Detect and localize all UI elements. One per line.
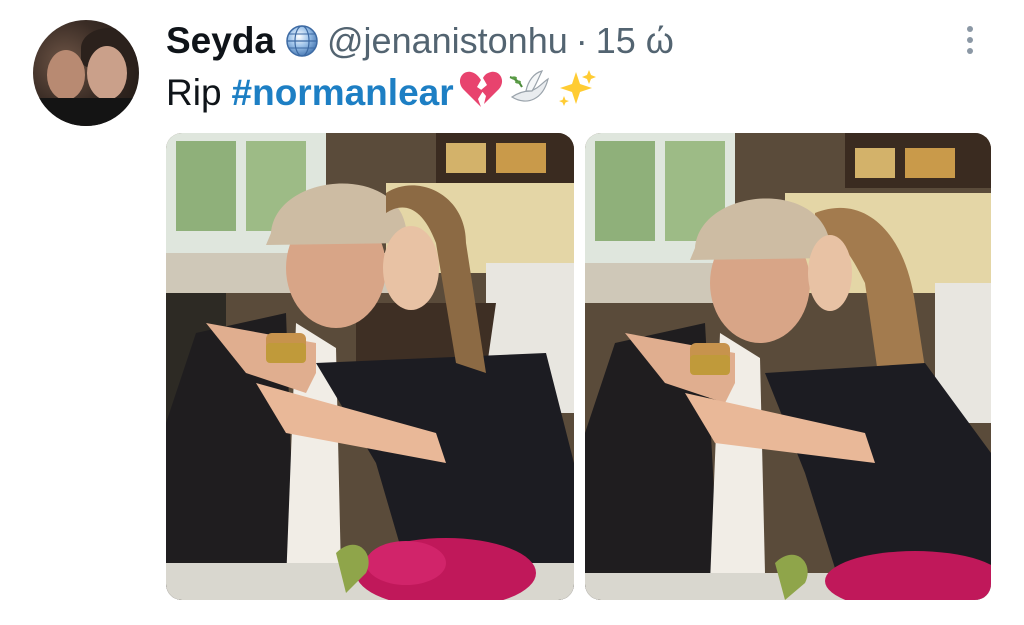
- tweet-text-prefix: Rip: [166, 72, 222, 113]
- avatar[interactable]: [33, 20, 139, 126]
- broken-heart-icon: [458, 69, 504, 118]
- more-options-icon[interactable]: [958, 22, 982, 62]
- display-name[interactable]: Seyda: [166, 20, 275, 62]
- sparkles-icon: [556, 68, 598, 119]
- globe-icon: [285, 24, 319, 58]
- author-handle[interactable]: @jenanistonhu: [327, 20, 568, 62]
- tweet-photo-2[interactable]: [585, 133, 991, 600]
- separator-dot: ·: [575, 20, 588, 61]
- tweet-text: Rip #normanlear: [166, 68, 598, 118]
- hashtag-link[interactable]: #normanlear: [232, 72, 454, 114]
- timestamp[interactable]: 15 ώ: [596, 20, 674, 62]
- tweet-photo-1[interactable]: [166, 133, 574, 600]
- tweet-header: Seyda @jenanistonhu · 15 ώ: [166, 18, 674, 64]
- dove-icon: [508, 67, 552, 120]
- tweet-card[interactable]: Seyda @jenanistonhu · 15 ώ Rip #normanle…: [0, 0, 1024, 625]
